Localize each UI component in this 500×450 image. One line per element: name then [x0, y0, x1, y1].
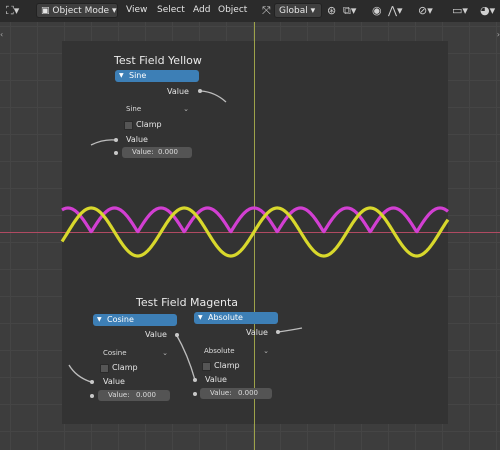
clamp-checkbox[interactable] — [202, 362, 211, 371]
curves-overlay — [60, 90, 450, 383]
function-dropdown[interactable]: Absolute ⌄ — [200, 346, 272, 357]
field-value: 0.000 — [135, 391, 156, 399]
input-socket[interactable] — [90, 380, 94, 384]
wire-yellow-out — [200, 90, 227, 103]
output-label: Value — [246, 328, 268, 337]
node-header-absolute[interactable]: ▼ Absolute — [194, 312, 278, 324]
node-title-yellow: Test Field Yellow — [114, 54, 202, 67]
field-value: 0.000 — [157, 148, 178, 156]
input-label: Value — [126, 135, 148, 144]
field-label: Value: — [132, 148, 154, 156]
value-field[interactable]: Value: 0.000 — [98, 390, 170, 401]
collapse-triangle-icon[interactable]: ▼ — [119, 70, 124, 82]
chevron-down-icon: ⌄ — [162, 349, 168, 357]
output-label: Value — [145, 330, 167, 339]
function-dropdown[interactable]: Cosine ⌄ — [99, 348, 171, 359]
input-socket[interactable] — [114, 138, 118, 142]
output-socket[interactable] — [276, 330, 280, 334]
output-socket[interactable] — [175, 333, 179, 337]
field-socket[interactable] — [90, 394, 94, 398]
clamp-checkbox[interactable] — [124, 121, 133, 130]
node-header-label: Sine — [129, 71, 147, 80]
input-label: Value — [205, 375, 227, 384]
input-label: Value — [103, 377, 125, 386]
collapse-triangle-icon[interactable]: ▼ — [97, 314, 102, 326]
value-field[interactable]: Value: 0.000 — [122, 147, 192, 158]
function-dropdown[interactable]: Sine ⌄ — [122, 104, 192, 115]
node-header-label: Cosine — [107, 315, 134, 324]
field-label: Value: — [108, 391, 130, 399]
yellow-curve — [60, 206, 450, 258]
field-socket[interactable] — [193, 392, 197, 396]
wire-abs-out — [277, 327, 303, 333]
value-field[interactable]: Value: 0.000 — [200, 388, 272, 399]
wire-cosine-abs — [175, 333, 196, 381]
field-socket[interactable] — [114, 151, 118, 155]
output-label: Value — [167, 87, 189, 96]
dropdown-label: Sine — [126, 105, 142, 113]
dropdown-label: Absolute — [204, 347, 235, 355]
clamp-checkbox[interactable] — [100, 364, 109, 373]
dropdown-label: Cosine — [103, 349, 127, 357]
field-label: Value: — [210, 389, 232, 397]
wire-yellow-in — [90, 139, 116, 146]
chevron-down-icon: ⌄ — [183, 105, 189, 113]
node-header-cosine[interactable]: ▼ Cosine — [93, 314, 177, 326]
clamp-label: Clamp — [112, 363, 138, 372]
node-title-magenta: Test Field Magenta — [136, 296, 239, 309]
clamp-label: Clamp — [136, 120, 162, 129]
wire-cosine-in — [68, 364, 92, 383]
output-socket[interactable] — [198, 89, 202, 93]
field-value: 0.000 — [237, 389, 258, 397]
node-header-label: Absolute — [208, 313, 243, 322]
clamp-label: Clamp — [214, 361, 240, 370]
collapse-triangle-icon[interactable]: ▼ — [198, 312, 203, 324]
input-socket[interactable] — [193, 378, 197, 382]
node-header-sine[interactable]: ▼ Sine — [115, 70, 199, 82]
chevron-down-icon: ⌄ — [263, 347, 269, 355]
